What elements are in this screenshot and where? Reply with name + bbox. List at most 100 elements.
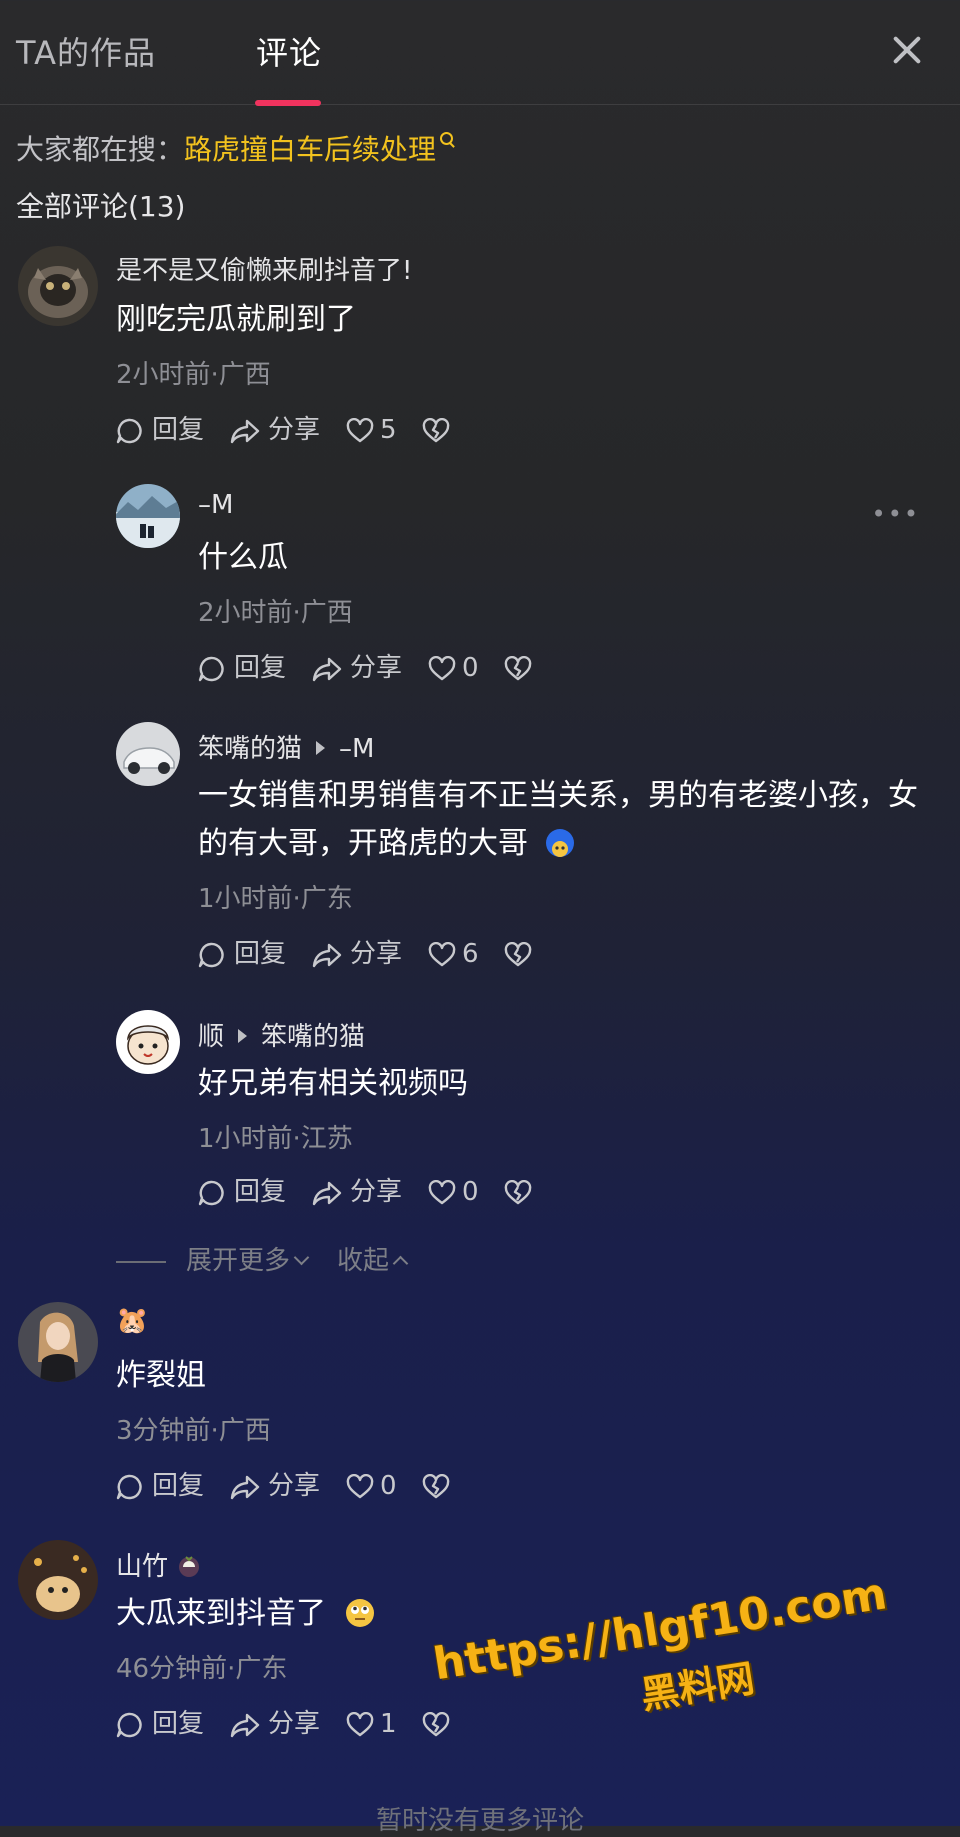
comment-author: 顺 笨嘴的猫 (198, 1016, 365, 1053)
comment-actions: 回复 分享 6 (198, 934, 558, 974)
more-options-icon[interactable]: ••• (872, 500, 920, 528)
reply-to-arrow-icon (316, 740, 326, 755)
comment-text: 炸裂姐 (116, 1358, 206, 1393)
share-arrow-icon (230, 1475, 260, 1500)
comment-actions: 回复 分享 0 (198, 1172, 558, 1212)
active-tab-indicator (255, 100, 321, 106)
tab-comments[interactable]: 评论 (256, 28, 322, 74)
like-count: 1 (380, 1709, 397, 1739)
collapse-label: 收起 (337, 1246, 390, 1276)
comment-bubble-icon (198, 942, 224, 968)
watermark: https://hlgf10.com 黑料网 (430, 1568, 900, 1750)
share-label: 分享 (350, 939, 403, 969)
chevron-down-icon (293, 1249, 310, 1266)
mangosteen-emoji-icon (179, 1556, 200, 1577)
expand-more-label: 展开更多 (186, 1246, 291, 1276)
comment-actions: 回复 分享 0 (116, 1466, 476, 1506)
avatar[interactable] (116, 484, 180, 548)
comment-meta: 1小时前·广东 (198, 884, 353, 914)
comment-text-line: 的有大哥，开路虎的大哥 (198, 820, 576, 868)
comment-actions: 回复 分享 0 (198, 648, 558, 688)
broken-heart-icon (504, 942, 532, 967)
share-label: 分享 (268, 415, 321, 445)
share-arrow-icon (230, 419, 260, 444)
heart-icon (428, 656, 456, 681)
close-icon[interactable] (886, 30, 926, 70)
like-count: 5 (380, 415, 397, 445)
heart-icon (346, 1474, 374, 1499)
comment-text: 什么瓜 (198, 540, 288, 575)
comment-bubble-icon (116, 418, 142, 444)
watermark-name: 黑料网 (637, 1656, 758, 1718)
no-more-comments: 暂时没有更多评论 (375, 1806, 584, 1836)
search-icon[interactable] (440, 132, 456, 148)
collapse-button[interactable]: 收起 (337, 1246, 409, 1276)
comment-text: 大瓜来到抖音了 (116, 1590, 376, 1638)
comment-actions: 回复 分享 5 (116, 410, 476, 450)
reply-label: 回复 (234, 939, 287, 969)
avatar[interactable] (18, 1302, 98, 1382)
comment-author[interactable]: 是不是又偷懒来刷抖音了! (116, 250, 412, 287)
comment-meta: 2小时前·广西 (198, 598, 353, 628)
comment-bubble-icon (116, 1712, 142, 1738)
share-label: 分享 (350, 1177, 403, 1207)
replies-toggle: 展开更多 收起 (116, 1240, 409, 1277)
reply-to-arrow-icon (238, 1028, 248, 1043)
author-name[interactable]: 笨嘴的猫 (198, 734, 302, 764)
author-name[interactable]: 顺 (198, 1022, 224, 1052)
tab-works[interactable]: TA的作品 (16, 28, 156, 74)
comments-count-header: 全部评论(13) (16, 190, 186, 223)
emoji-icon (345, 1599, 374, 1627)
broken-heart-icon (422, 1474, 450, 1499)
reply-label: 回复 (234, 653, 287, 683)
comment-meta: 1小时前·江苏 (198, 1124, 353, 1154)
reply-label: 回复 (152, 1471, 205, 1501)
comment-bubble-icon (198, 1180, 224, 1206)
comment-author: 山竹 (116, 1546, 202, 1583)
share-label: 分享 (268, 1471, 321, 1501)
avatar[interactable] (116, 722, 180, 786)
reply-to-name[interactable]: 笨嘴的猫 (261, 1022, 365, 1052)
heart-icon (428, 1180, 456, 1205)
comment-author: 笨嘴的猫 –M (198, 728, 374, 765)
heart-icon (428, 942, 456, 967)
comment-author[interactable]: –M (198, 490, 233, 520)
comment-text: 好兄弟有相关视频吗 (198, 1066, 468, 1101)
avatar[interactable] (116, 1010, 180, 1074)
comment-meta: 46分钟前·广东 (116, 1654, 288, 1684)
share-arrow-icon (312, 1181, 342, 1206)
like-count: 6 (462, 939, 479, 969)
share-label: 分享 (268, 1709, 321, 1739)
comment-text: 刚吃完瓜就刷到了 (116, 302, 356, 337)
reply-to-name[interactable]: –M (339, 734, 374, 764)
comment-text-line: 一女销售和男销售有不正当关系，男的有老婆小孩，女 (198, 778, 918, 813)
expand-more-button[interactable]: 展开更多 (186, 1246, 310, 1276)
share-label: 分享 (350, 653, 403, 683)
share-arrow-icon (312, 943, 342, 968)
chevron-up-icon (392, 1255, 409, 1272)
comment-actions: 回复 分享 1 (116, 1704, 476, 1744)
tab-bar: TA的作品 评论 (0, 0, 960, 106)
comment-text-part: 的有大哥，开路虎的大哥 (198, 826, 528, 861)
broken-heart-icon (504, 1180, 532, 1205)
like-count: 0 (462, 653, 479, 683)
trending-search-prefix: 大家都在搜： (16, 133, 185, 166)
broken-heart-icon (422, 418, 450, 443)
watermark-url: https://hlgf10.com (430, 1568, 891, 1691)
comment-author[interactable]: 🐹 (116, 1306, 148, 1336)
avatar[interactable] (18, 246, 98, 326)
divider (116, 1260, 166, 1263)
heart-icon (346, 1712, 374, 1737)
reply-label: 回复 (152, 415, 205, 445)
author-name[interactable]: 山竹 (116, 1552, 168, 1582)
share-arrow-icon (230, 1713, 260, 1738)
broken-heart-icon (504, 656, 532, 681)
reply-label: 回复 (152, 1709, 205, 1739)
heart-icon (346, 418, 374, 443)
comment-bubble-icon (116, 1474, 142, 1500)
trending-search-link[interactable]: 路虎撞白车后续处理 (184, 133, 436, 166)
emoji-icon (545, 829, 574, 857)
avatar[interactable] (18, 1540, 98, 1620)
trending-search: 大家都在搜：路虎撞白车后续处理 (16, 128, 456, 168)
broken-heart-icon (422, 1712, 450, 1737)
